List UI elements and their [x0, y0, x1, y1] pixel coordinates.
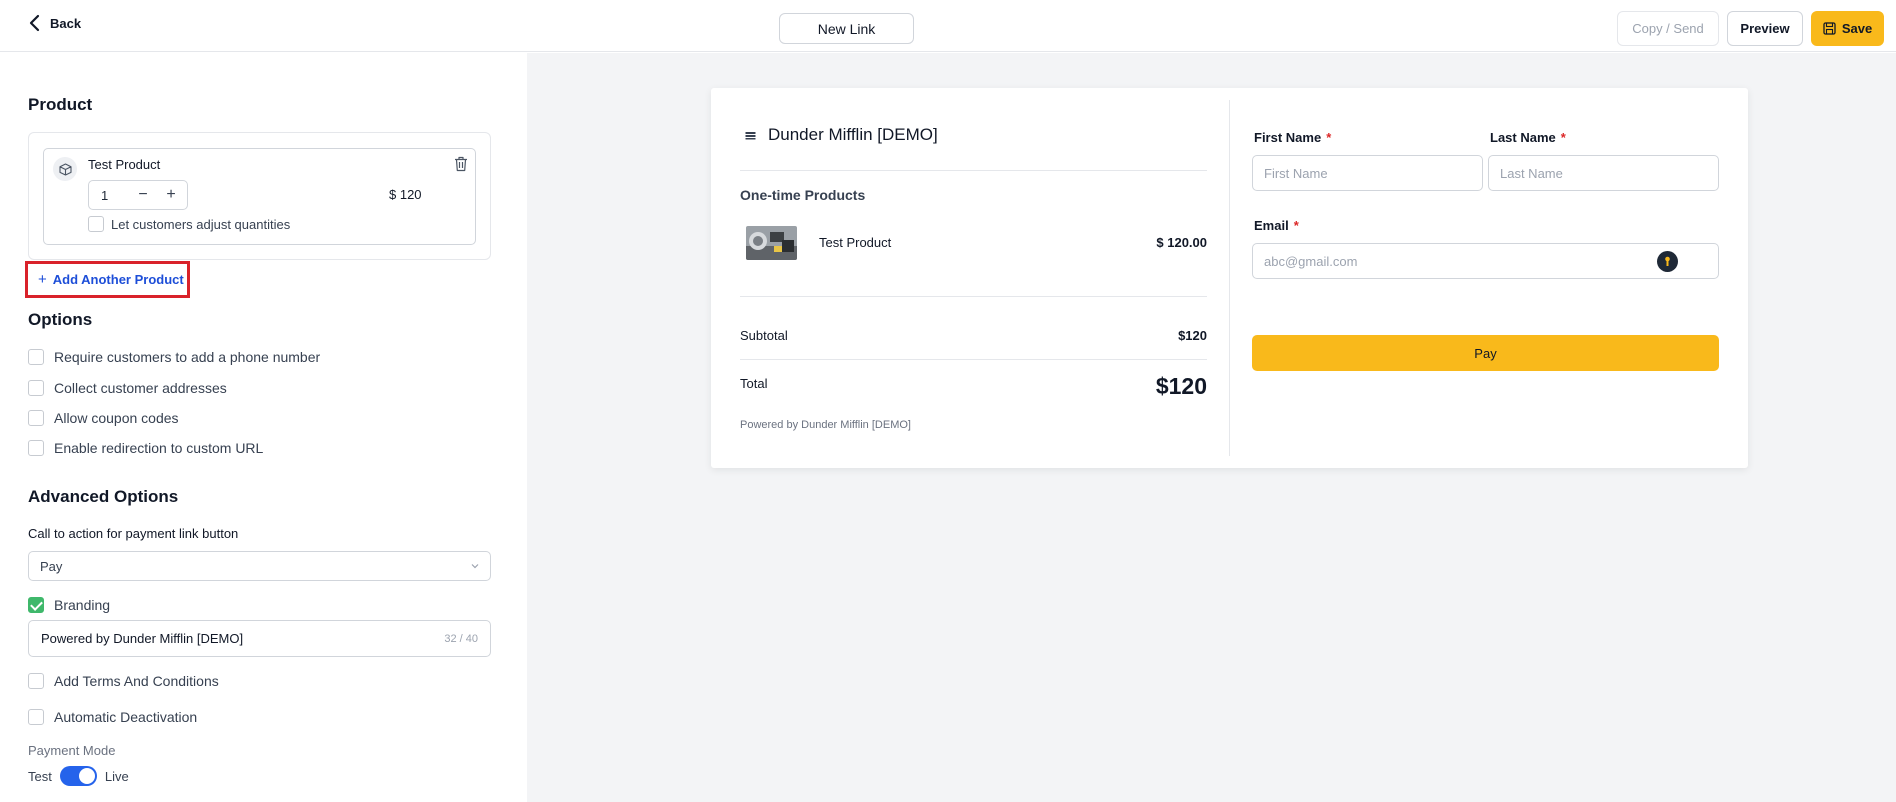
advanced-options-heading: Advanced Options	[28, 487, 179, 506]
total-value: $120	[1155, 373, 1207, 399]
checkout-preview-card: Dunder Mifflin [DEMO] One-time Products …	[711, 88, 1748, 468]
trash-icon[interactable]	[454, 156, 468, 172]
product-heading: Product	[28, 95, 93, 114]
terms-option[interactable]: Add Terms And Conditions	[28, 673, 219, 689]
plus-icon: +	[38, 271, 47, 288]
quantity-stepper[interactable]: 1 − +	[88, 180, 188, 210]
minus-icon[interactable]: −	[129, 186, 157, 204]
payment-mode-toggle[interactable]	[59, 766, 97, 786]
first-name-placeholder: First Name	[1264, 165, 1328, 181]
powered-by-text: Powered by Dunder Mifflin [DEMO]	[740, 419, 911, 431]
email-input[interactable]: abc@gmail.com	[1252, 243, 1719, 279]
branding-label: Branding	[54, 597, 111, 613]
adjust-quantities-checkbox[interactable]	[88, 216, 104, 232]
email-label: Email *	[1254, 218, 1299, 233]
subtotal-value: $120	[1178, 328, 1207, 343]
terms-checkbox[interactable]	[28, 673, 44, 689]
subtotal-label: Subtotal	[740, 328, 788, 343]
option-checkbox[interactable]	[28, 440, 44, 456]
store-logo-icon	[745, 131, 756, 139]
branding-text-input[interactable]: Powered by Dunder Mifflin [DEMO] 32 / 40	[28, 620, 491, 657]
product-thumbnail	[746, 226, 797, 260]
copy-send-button[interactable]: Copy / Send	[1617, 11, 1719, 46]
option-checkbox[interactable]	[28, 410, 44, 426]
last-name-placeholder: Last Name	[1500, 165, 1563, 181]
order-summary: Dunder Mifflin [DEMO] One-time Products …	[711, 88, 1224, 468]
cta-value: Pay	[40, 558, 63, 574]
option-checkbox[interactable]	[28, 380, 44, 396]
chevron-down-icon	[471, 564, 479, 569]
product-name: Test Product	[88, 157, 161, 172]
mode-test-label: Test	[28, 768, 52, 784]
branding-char-count: 32 / 40	[444, 632, 478, 645]
option-label: Require customers to add a phone number	[54, 349, 321, 365]
option-label: Collect customer addresses	[54, 380, 227, 396]
store-header: Dunder Mifflin [DEMO]	[745, 125, 938, 145]
product-card: Test Product 1 − + $ 120 Let customers a…	[28, 132, 491, 260]
deactivation-label: Automatic Deactivation	[54, 709, 198, 725]
required-mark: *	[1326, 130, 1332, 145]
link-name-input[interactable]: New Link	[779, 13, 914, 44]
deactivation-checkbox[interactable]	[28, 709, 44, 725]
add-another-product-button[interactable]: + Add Another Product	[25, 261, 190, 298]
line-item-price: $ 120.00	[1156, 235, 1207, 250]
top-bar: Back New Link Copy / Send Preview Save	[0, 0, 1896, 52]
first-name-input[interactable]: First Name	[1252, 155, 1483, 191]
cta-select[interactable]: Pay	[28, 551, 491, 581]
divider	[740, 296, 1207, 297]
back-label: Back	[50, 15, 82, 31]
last-name-label: Last Name *	[1490, 130, 1566, 145]
last-name-input[interactable]: Last Name	[1488, 155, 1719, 191]
email-placeholder: abc@gmail.com	[1264, 253, 1358, 269]
plus-icon[interactable]: +	[157, 186, 185, 204]
divider	[740, 359, 1207, 360]
pay-button[interactable]: Pay	[1252, 335, 1719, 371]
deactivation-option[interactable]: Automatic Deactivation	[28, 709, 197, 725]
adjust-quantities-option[interactable]: Let customers adjust quantities	[88, 216, 290, 232]
product-price: $ 120	[389, 187, 422, 202]
required-mark: *	[1560, 130, 1566, 145]
last-name-label-text: Last Name	[1490, 130, 1556, 145]
terms-label: Add Terms And Conditions	[54, 673, 219, 689]
chevron-left-icon	[29, 14, 40, 32]
one-time-products-title: One-time Products	[740, 187, 866, 203]
store-name: Dunder Mifflin [DEMO]	[768, 125, 938, 144]
option-coupon-codes[interactable]: Allow coupon codes	[28, 410, 179, 426]
settings-panel: Product Test Product 1 − + $ 120 Let cus…	[0, 53, 527, 802]
branding-value: Powered by Dunder Mifflin [DEMO]	[41, 631, 244, 646]
first-name-label-text: First Name	[1254, 130, 1322, 145]
option-label: Allow coupon codes	[54, 410, 179, 426]
product-item: Test Product 1 − + $ 120 Let customers a…	[43, 148, 476, 245]
payment-mode-switch: Test Live	[28, 766, 129, 786]
branding-checkbox[interactable]	[28, 597, 44, 613]
option-phone-number[interactable]: Require customers to add a phone number	[28, 349, 320, 365]
add-another-product-label: Add Another Product	[52, 272, 184, 287]
line-item-name: Test Product	[819, 235, 892, 250]
package-icon	[53, 157, 77, 181]
payment-mode-label: Payment Mode	[28, 743, 116, 758]
vertical-divider	[1229, 100, 1230, 456]
option-redirect-url[interactable]: Enable redirection to custom URL	[28, 440, 263, 456]
cta-label: Call to action for payment link button	[28, 526, 239, 541]
required-mark: *	[1293, 218, 1299, 233]
divider	[740, 170, 1207, 171]
email-label-text: Email	[1254, 218, 1289, 233]
first-name-label: First Name *	[1254, 130, 1331, 145]
preview-button[interactable]: Preview	[1727, 11, 1803, 46]
branding-option[interactable]: Branding	[28, 597, 110, 613]
quantity-value[interactable]: 1	[89, 188, 129, 203]
options-heading: Options	[28, 310, 93, 329]
total-label: Total	[740, 376, 768, 391]
option-label: Enable redirection to custom URL	[54, 440, 264, 456]
option-checkbox[interactable]	[28, 349, 44, 365]
save-icon	[1823, 22, 1836, 35]
back-button[interactable]: Back	[28, 14, 81, 32]
save-button[interactable]: Save	[1811, 11, 1884, 46]
adjust-quantities-label: Let customers adjust quantities	[111, 216, 291, 232]
option-addresses[interactable]: Collect customer addresses	[28, 380, 227, 396]
mode-live-label: Live	[104, 768, 129, 784]
save-label: Save	[1841, 21, 1873, 36]
password-manager-icon[interactable]	[1657, 251, 1678, 272]
